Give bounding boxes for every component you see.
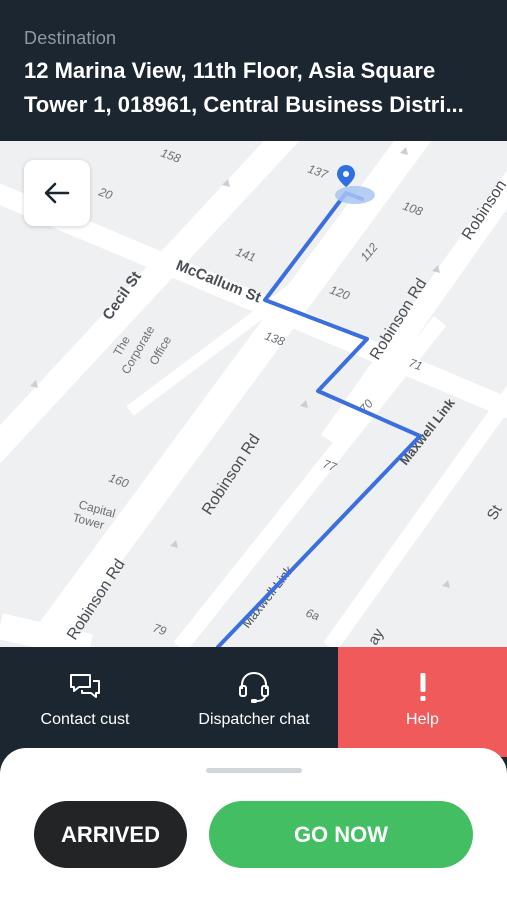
road-arrow bbox=[442, 580, 450, 588]
building-108: 108 bbox=[401, 199, 425, 219]
building-20: 20 bbox=[96, 184, 115, 202]
label-st-partial: St bbox=[484, 502, 506, 523]
bottom-sheet: ARRIVED GO NOW bbox=[0, 748, 507, 900]
dispatcher-chat-button[interactable]: Dispatcher chat bbox=[170, 647, 338, 757]
building-160: 160 bbox=[107, 471, 131, 491]
label-robinson-rd-mid: Robinson Rd bbox=[199, 431, 264, 518]
label-ay-partial: ay bbox=[365, 625, 388, 647]
arrived-button[interactable]: ARRIVED bbox=[34, 801, 187, 868]
destination-label: Destination bbox=[24, 28, 117, 48]
building-6a: 6a bbox=[304, 606, 322, 624]
building-158: 158 bbox=[159, 146, 183, 166]
action-bar: Contact cust Dispatcher chat Help bbox=[0, 647, 507, 757]
building-120: 120 bbox=[328, 283, 352, 303]
arrow-left-icon bbox=[44, 182, 70, 204]
exclamation-icon bbox=[417, 669, 429, 705]
dispatcher-chat-label: Dispatcher chat bbox=[198, 711, 310, 728]
destination-halo bbox=[335, 186, 375, 204]
road-arrow bbox=[300, 400, 308, 408]
destination-header: Destination 12 Marina View, 11th Floor, … bbox=[0, 0, 507, 141]
contact-customer-label: Contact cust bbox=[40, 711, 130, 728]
address-line-2: Tower 1, 018961, Central Business Distri… bbox=[24, 92, 464, 117]
road-arrow bbox=[170, 540, 178, 548]
road-arrow bbox=[432, 265, 440, 273]
go-now-button[interactable]: GO NOW bbox=[209, 801, 473, 868]
help-button[interactable]: Help bbox=[338, 647, 507, 757]
building-141: 141 bbox=[234, 245, 258, 265]
building-137: 137 bbox=[306, 162, 331, 182]
help-label: Help bbox=[406, 711, 439, 728]
contact-customer-button[interactable]: Contact cust bbox=[0, 647, 170, 757]
headset-icon bbox=[237, 669, 271, 705]
building-112: 112 bbox=[358, 240, 381, 264]
address-line-1: 12 Marina View, 11th Floor, Asia Square bbox=[24, 58, 436, 83]
road-arrow bbox=[30, 380, 38, 388]
back-button[interactable] bbox=[24, 160, 90, 226]
chat-bubbles-icon bbox=[68, 669, 102, 705]
sheet-drag-handle[interactable] bbox=[206, 768, 302, 773]
destination-address: 12 Marina View, 11th Floor, Asia Square … bbox=[24, 54, 483, 122]
destination-pin-dot bbox=[343, 171, 349, 177]
building-79: 79 bbox=[151, 621, 169, 639]
